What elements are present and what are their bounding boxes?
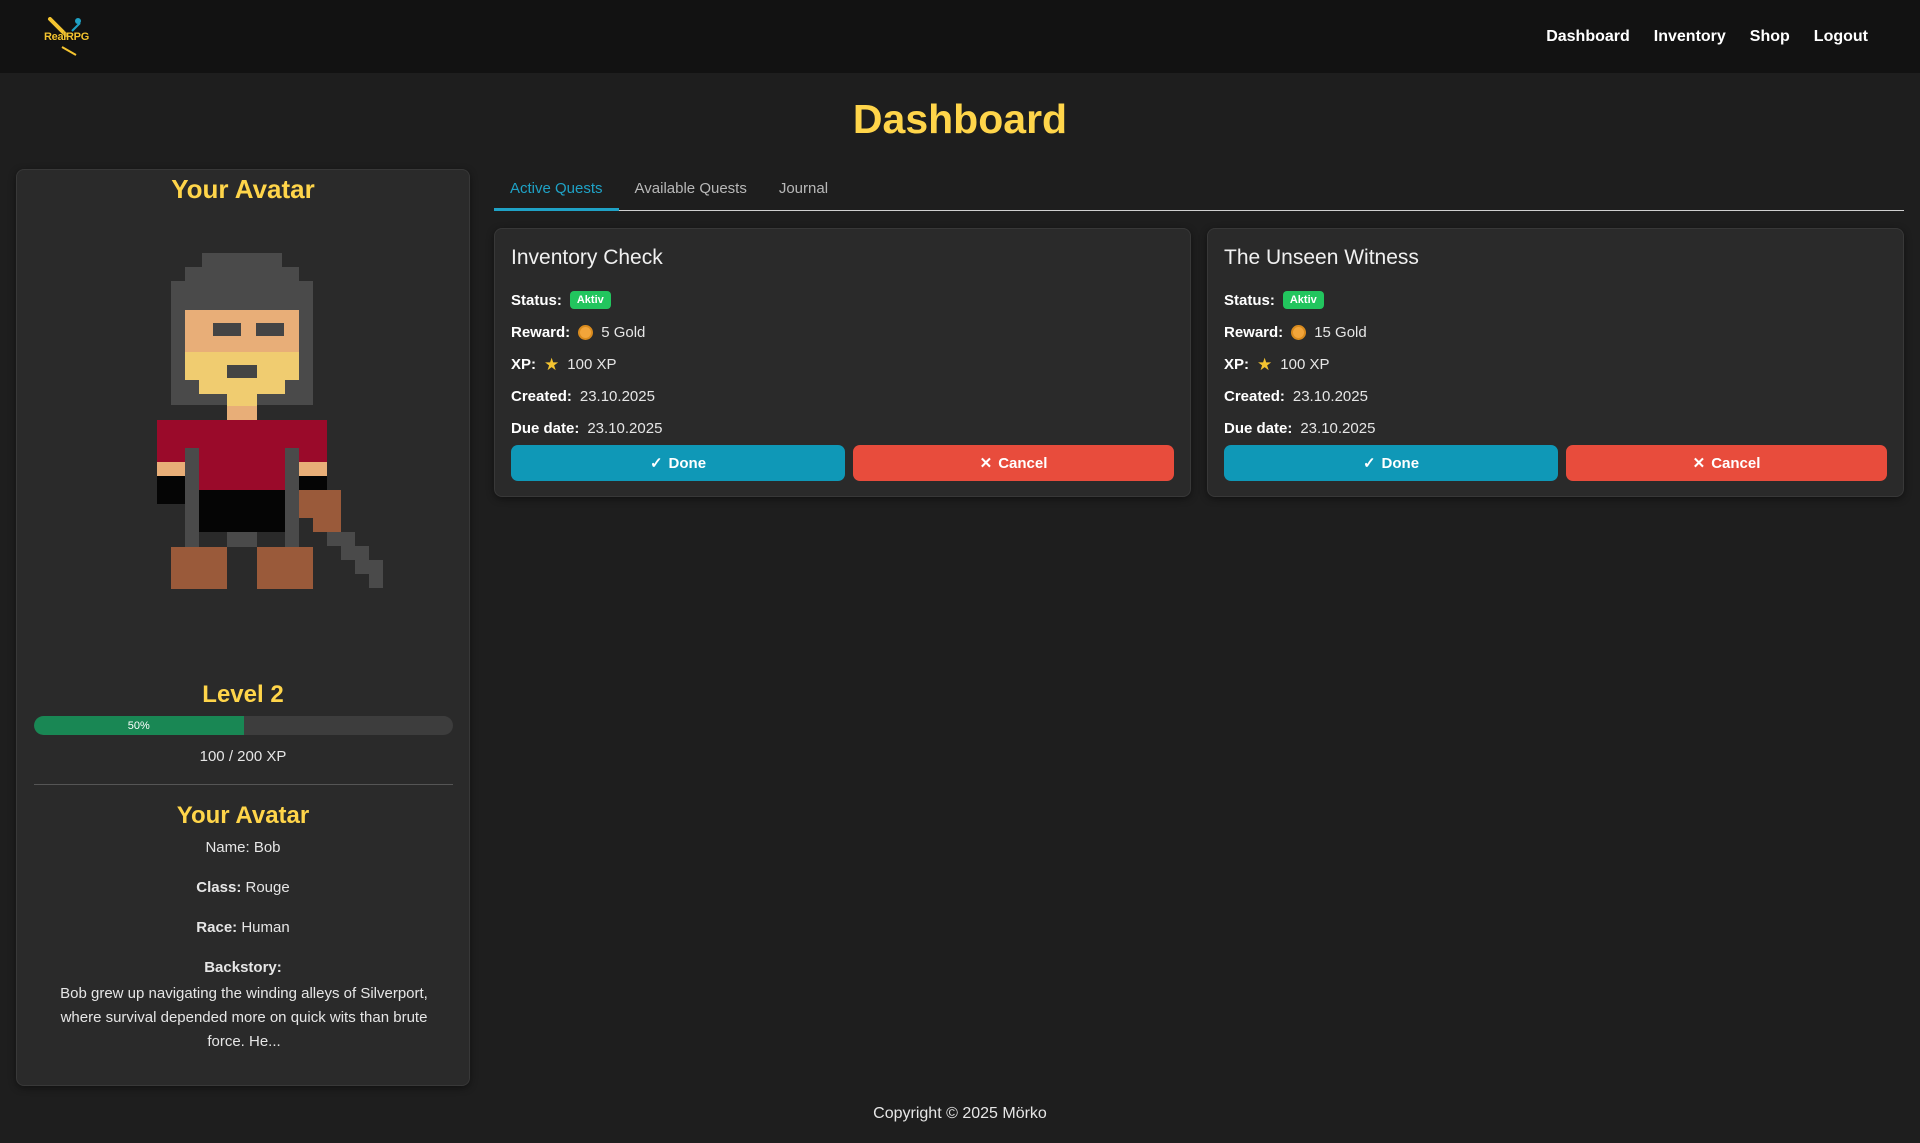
cancel-button-label: Cancel <box>998 454 1048 472</box>
cancel-button-label: Cancel <box>1711 454 1761 472</box>
nav-shop-link[interactable]: Shop <box>1750 28 1790 46</box>
logo[interactable]: RealRPG <box>42 16 90 57</box>
quest-title: Inventory Check <box>511 246 663 269</box>
quest-xp: XP: ★ 100 XP <box>511 354 616 374</box>
done-button[interactable]: ✓ Done <box>1224 445 1558 481</box>
avatar-class-value: Rouge <box>245 879 290 896</box>
avatar-backstory: Bob grew up navigating the winding alley… <box>60 985 428 1050</box>
nav-inventory-link[interactable]: Inventory <box>1654 28 1726 46</box>
quest-card: Inventory Check Status: Aktiv Reward: 5 … <box>494 228 1191 497</box>
coin-icon <box>578 324 594 340</box>
divider <box>34 784 453 785</box>
reward-label: Reward: <box>1224 323 1284 341</box>
close-icon: ✕ <box>1692 455 1706 472</box>
quest-created: Created: 23.10.2025 <box>511 386 655 406</box>
quest-card: The Unseen Witness Status: Aktiv Reward:… <box>1207 228 1904 497</box>
nav-dashboard-link[interactable]: Dashboard <box>1546 28 1630 46</box>
quest-tabs: Active Quests Available Quests Journal <box>494 172 1904 211</box>
xp-label: XP: <box>511 355 537 373</box>
avatar-name: Name: Bob <box>205 839 281 856</box>
quest-status: Status: Aktiv <box>511 290 611 310</box>
due-label: Due date: <box>1224 419 1293 437</box>
check-icon: ✓ <box>1362 455 1376 472</box>
star-icon: ★ <box>544 354 560 374</box>
done-button-label: Done <box>668 454 707 472</box>
reward-value: 5 Gold <box>601 323 646 341</box>
created-value: 23.10.2025 <box>1292 387 1368 405</box>
tab-journal[interactable]: Journal <box>763 172 844 211</box>
avatar-heading: Your Avatar <box>171 174 315 204</box>
reward-value: 15 Gold <box>1314 323 1367 341</box>
avatar-race: Race: Human <box>17 919 469 936</box>
xp-label: XP: <box>1224 355 1250 373</box>
quest-xp: XP: ★ 100 XP <box>1224 354 1329 374</box>
avatar-card: Your Avatar Level 2 50% 100 / 200 XP You… <box>16 169 470 1086</box>
due-value: 23.10.2025 <box>587 419 663 437</box>
coin-icon <box>1291 324 1307 340</box>
star-icon: ★ <box>1257 354 1273 374</box>
created-value: 23.10.2025 <box>579 387 655 405</box>
tab-available-quests[interactable]: Available Quests <box>619 172 763 211</box>
due-value: 23.10.2025 <box>1300 419 1376 437</box>
logo-text: RealRPG <box>44 30 89 43</box>
xp-progress-fill: 50% <box>34 716 244 735</box>
status-label: Status: <box>511 291 562 309</box>
created-label: Created: <box>511 387 572 405</box>
quest-reward: Reward: 15 Gold <box>1224 322 1367 342</box>
avatar-class-label: Class: <box>196 879 242 896</box>
level-label: Level 2 <box>202 681 284 708</box>
footer-copyright: Copyright © 2025 Mörko <box>873 1105 1047 1122</box>
done-button-label: Done <box>1381 454 1420 472</box>
xp-value: 100 XP <box>1280 355 1330 373</box>
quest-title: The Unseen Witness <box>1224 246 1419 269</box>
tab-active-quests[interactable]: Active Quests <box>494 172 619 211</box>
check-icon: ✓ <box>649 455 663 472</box>
avatar-backstory-label-text: Backstory: <box>204 959 282 976</box>
xp-progress-bar: 50% <box>34 716 453 735</box>
quest-reward: Reward: 5 Gold <box>511 322 645 342</box>
avatar-backstory-label: Backstory: <box>17 959 469 976</box>
status-label: Status: <box>1224 291 1275 309</box>
done-button[interactable]: ✓ Done <box>511 445 845 481</box>
xp-text: 100 / 200 XP <box>199 748 287 765</box>
nav-links: Dashboard Inventory Shop Logout <box>1546 28 1868 46</box>
created-label: Created: <box>1224 387 1285 405</box>
reward-label: Reward: <box>511 323 571 341</box>
page-title: Dashboard <box>852 96 1068 142</box>
avatar-class: Class: Rouge <box>17 879 469 896</box>
avatar-sprite-icon <box>157 253 383 589</box>
close-icon: ✕ <box>979 455 993 472</box>
quest-status: Status: Aktiv <box>1224 290 1324 310</box>
avatar-race-value: Human <box>241 919 290 936</box>
cancel-button[interactable]: ✕ Cancel <box>1566 445 1887 481</box>
navbar: RealRPG Dashboard Inventory Shop Logout <box>0 0 1920 73</box>
quest-due: Due date: 23.10.2025 <box>1224 418 1375 438</box>
due-label: Due date: <box>511 419 580 437</box>
status-badge: Aktiv <box>1282 291 1324 309</box>
quest-due: Due date: 23.10.2025 <box>511 418 662 438</box>
avatar-race-label: Race: <box>196 919 238 936</box>
nav-logout-link[interactable]: Logout <box>1814 28 1868 46</box>
quest-created: Created: 23.10.2025 <box>1224 386 1368 406</box>
status-badge: Aktiv <box>569 291 611 309</box>
avatar-details-heading: Your Avatar <box>176 802 310 829</box>
cancel-button[interactable]: ✕ Cancel <box>853 445 1174 481</box>
xp-value: 100 XP <box>567 355 617 373</box>
